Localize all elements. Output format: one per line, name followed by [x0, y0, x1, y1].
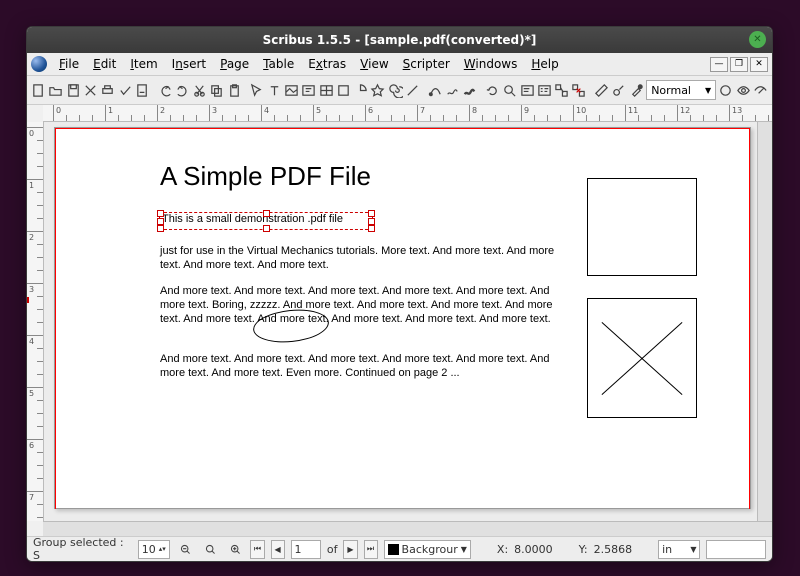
paragraph-1[interactable]: just for use in the Virtual Mechanics tu…	[160, 244, 555, 272]
statusbar: Group selected : S 10▴▾ ⏮ ◀ 1 of ▶ ⏭ Bac…	[27, 536, 772, 561]
save-button[interactable]	[66, 79, 81, 101]
bezier-tool[interactable]	[428, 79, 443, 101]
last-page-button[interactable]: ⏭	[364, 540, 378, 559]
titlebar: Scribus 1.5.5 - [sample.pdf(converted)*]…	[27, 27, 772, 53]
canvas[interactable]: A Simple PDF File This is a small demons…	[44, 122, 772, 521]
copy-props-tool[interactable]	[611, 79, 626, 101]
render-frame-tool[interactable]	[301, 79, 316, 101]
menu-edit[interactable]: Edit	[87, 55, 122, 73]
polygon-tool[interactable]	[370, 79, 385, 101]
window-title: Scribus 1.5.5 - [sample.pdf(converted)*]	[263, 33, 537, 47]
menu-table[interactable]: Table	[257, 55, 300, 73]
current-page-input[interactable]: 1	[291, 540, 321, 559]
select-tool[interactable]	[249, 79, 264, 101]
image-frame-tool[interactable]	[284, 79, 299, 101]
unit-select[interactable]: in▼	[658, 540, 700, 559]
x-label: X:	[497, 543, 508, 556]
zoom-value-input[interactable]: 10▴▾	[138, 540, 170, 559]
workarea: 012345678 A Simple PDF File This is a sm…	[27, 122, 772, 521]
table-tool[interactable]	[318, 79, 333, 101]
eyedropper-tool[interactable]	[629, 79, 644, 101]
measure-tool[interactable]	[594, 79, 609, 101]
doc-heading[interactable]: A Simple PDF File	[160, 161, 371, 192]
horizontal-ruler[interactable]: 01234567891011121314	[43, 105, 772, 122]
toggle-cms-button[interactable]	[718, 79, 733, 101]
line-tool[interactable]	[405, 79, 420, 101]
edit-in-preview-button[interactable]	[753, 79, 768, 101]
preview-toggle-button[interactable]	[735, 79, 750, 101]
horizontal-scrollbar[interactable]	[43, 521, 772, 536]
window-close-button[interactable]: ✕	[749, 31, 766, 48]
image-frame-placeholder[interactable]	[587, 298, 697, 418]
preview-mode-select[interactable]: Normal▼	[646, 80, 716, 100]
close-doc-button[interactable]	[83, 79, 98, 101]
export-pdf-button[interactable]	[135, 79, 150, 101]
selected-text-frame[interactable]: This is a small demonstration .pdf file	[159, 212, 373, 230]
calligraphic-tool[interactable]	[462, 79, 477, 101]
spiral-tool[interactable]	[388, 79, 403, 101]
first-page-button[interactable]: ⏮	[250, 540, 264, 559]
story-editor-tool[interactable]	[537, 79, 552, 101]
zoom-in-button[interactable]	[226, 538, 245, 560]
menu-page[interactable]: Page	[214, 55, 255, 73]
x-value: 8.0000	[514, 543, 553, 556]
unlink-frames-tool[interactable]	[571, 79, 586, 101]
menu-insert[interactable]: Insert	[166, 55, 212, 73]
open-button[interactable]	[48, 79, 63, 101]
menu-help[interactable]: Help	[525, 55, 564, 73]
prev-page-button[interactable]: ◀	[271, 540, 285, 559]
mdi-restore-button[interactable]: ❐	[730, 57, 748, 72]
status-blank-field[interactable]	[706, 540, 766, 559]
document-page[interactable]: A Simple PDF File This is a small demons…	[54, 127, 751, 509]
app-logo-icon	[31, 56, 47, 72]
ruler-marker	[27, 297, 29, 303]
paragraph-3[interactable]: And more text. And more text. And more t…	[160, 352, 555, 380]
text-frame-tool[interactable]	[267, 79, 282, 101]
undo-button[interactable]	[157, 79, 172, 101]
y-label: Y:	[579, 543, 588, 556]
vertical-ruler[interactable]: 012345678	[27, 122, 44, 521]
mdi-window-controls: — ❐ ✕	[710, 57, 768, 72]
edit-content-tool[interactable]	[519, 79, 534, 101]
menu-item[interactable]: Item	[124, 55, 163, 73]
vertical-scrollbar[interactable]	[757, 122, 772, 521]
paste-button[interactable]	[227, 79, 242, 101]
y-value: 2.5868	[594, 543, 633, 556]
link-frames-tool[interactable]	[554, 79, 569, 101]
menu-scripter[interactable]: Scripter	[397, 55, 456, 73]
mdi-close-button[interactable]: ✕	[750, 57, 768, 72]
image-frame-empty[interactable]	[587, 178, 697, 276]
mdi-minimize-button[interactable]: —	[710, 57, 728, 72]
preflight-button[interactable]	[117, 79, 132, 101]
zoom-out-button[interactable]	[176, 538, 195, 560]
zoom-reset-button[interactable]	[201, 538, 220, 560]
arc-tool[interactable]	[353, 79, 368, 101]
new-doc-button[interactable]	[31, 79, 46, 101]
shape-tool[interactable]	[336, 79, 351, 101]
preview-mode-label: Normal	[651, 84, 691, 97]
menu-file[interactable]: File	[53, 55, 85, 73]
copy-button[interactable]	[209, 79, 224, 101]
next-page-button[interactable]: ▶	[343, 540, 357, 559]
selection-status: Group selected : S	[33, 536, 132, 562]
menubar: File Edit Item Insert Page Table Extras …	[27, 53, 772, 76]
app-window: Scribus 1.5.5 - [sample.pdf(converted)*]…	[26, 26, 773, 562]
toolbar: Normal▼	[27, 76, 772, 105]
layer-select[interactable]: Backgrour▼	[384, 540, 471, 559]
rotate-tool[interactable]	[485, 79, 500, 101]
freehand-tool[interactable]	[445, 79, 460, 101]
menu-extras[interactable]: Extras	[302, 55, 352, 73]
paragraph-2[interactable]: And more text. And more text. And more t…	[160, 284, 555, 326]
menu-windows[interactable]: Windows	[458, 55, 524, 73]
cut-button[interactable]	[192, 79, 207, 101]
page-of-label: of	[327, 543, 338, 556]
menu-view[interactable]: View	[354, 55, 394, 73]
redo-button[interactable]	[175, 79, 190, 101]
zoom-tool[interactable]	[502, 79, 517, 101]
print-button[interactable]	[100, 79, 115, 101]
